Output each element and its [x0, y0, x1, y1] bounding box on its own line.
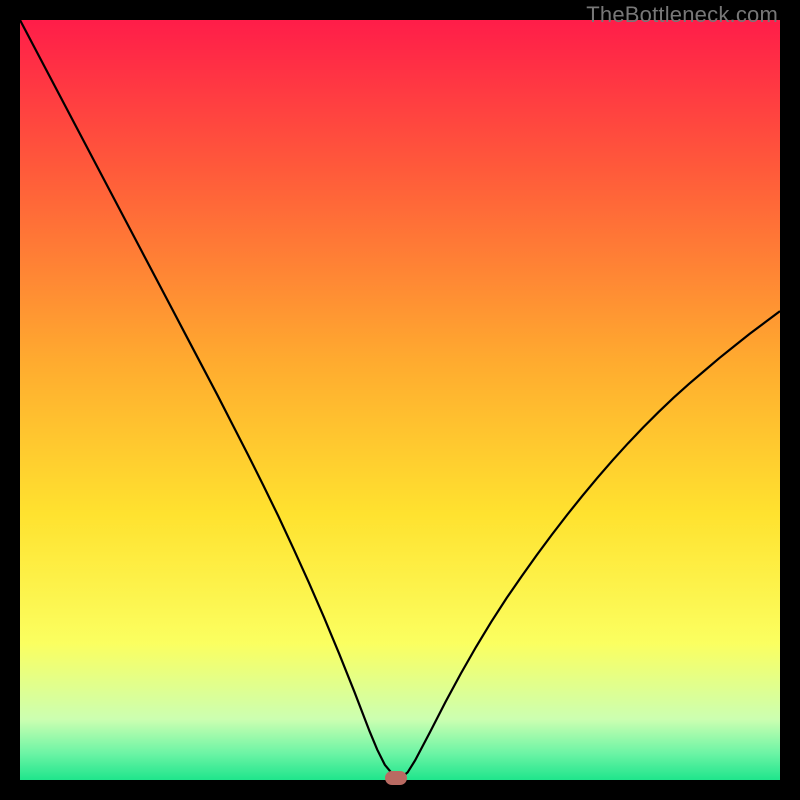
watermark-text: TheBottleneck.com — [586, 2, 778, 28]
chart-frame — [20, 20, 780, 780]
optimal-point-marker — [385, 771, 407, 785]
chart-background — [20, 20, 780, 780]
bottleneck-chart — [20, 20, 780, 780]
